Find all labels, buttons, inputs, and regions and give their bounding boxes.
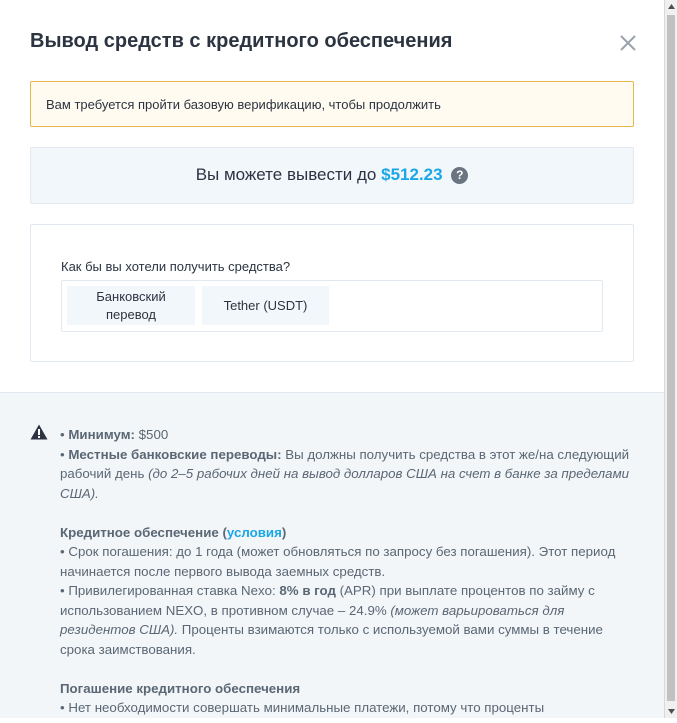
local-transfers-label: Местные банковские переводы:: [68, 446, 282, 462]
limit-text: Вы можете вывести до: [195, 165, 377, 184]
scrollbar[interactable]: [664, 0, 677, 718]
limit-amount: $512.23: [381, 165, 443, 184]
minimum-label: Минимум:: [68, 427, 135, 442]
modal-title: Вывод средств с кредитного обеспечения: [30, 30, 453, 52]
warning-triangle-icon: [30, 424, 48, 440]
minimum-line: • Минимум: $500: [60, 427, 169, 442]
verification-warning: Вам требуется пройти базовую верификацию…: [30, 81, 634, 127]
rate-line: • Привилегированная ставка Nexo: 8% в го…: [60, 583, 603, 657]
verification-warning-text: Вам требуется пройти базовую верификацию…: [46, 97, 441, 112]
method-options: Банковский перевод Tether (USDT): [61, 280, 603, 332]
repayment-section-title: Погашение кредитного обеспечения: [60, 680, 301, 696]
question-circle-icon[interactable]: ?: [451, 167, 469, 184]
option-tether-usdt-label: Tether (USDT): [223, 297, 308, 313]
info-text: • Минимум: $500 • Местные банковские пер…: [60, 425, 640, 718]
terms-link[interactable]: условия: [227, 525, 282, 540]
scroll-down-arrow-icon[interactable]: [665, 704, 677, 718]
option-bank-transfer[interactable]: Банковский перевод: [67, 286, 195, 325]
credit-section-title: Кредитное обеспечение (условия): [60, 524, 287, 540]
repayment-line: • Нет необходимости совершать минимальны…: [60, 700, 545, 715]
rate-value: 8% в год: [279, 583, 336, 598]
info-panel: • Минимум: $500 • Местные банковские пер…: [0, 392, 664, 718]
local-transfers-line: • Местные банковские переводы: Вы должны…: [60, 446, 630, 501]
option-bank-transfer-line1: Банковский: [96, 288, 166, 304]
withdraw-modal: Вывод средств с кредитного обеспечения В…: [0, 0, 664, 718]
close-icon[interactable]: [618, 30, 638, 54]
scrollbar-thumb[interactable]: [667, 15, 675, 701]
withdraw-method-panel: Как бы вы хотели получить средства? Банк…: [30, 224, 634, 362]
option-bank-transfer-line2: перевод: [105, 306, 156, 322]
minimum-value: $500: [134, 427, 169, 442]
withdraw-limit-panel: Вы можете вывести до $512.23 ?: [30, 147, 634, 204]
term-line: • Срок погашения: до 1 года (может обнов…: [60, 544, 616, 579]
method-question: Как бы вы хотели получить средства?: [61, 259, 291, 274]
option-tether-usdt[interactable]: Tether (USDT): [202, 286, 329, 325]
scroll-up-arrow-icon[interactable]: [665, 0, 677, 14]
